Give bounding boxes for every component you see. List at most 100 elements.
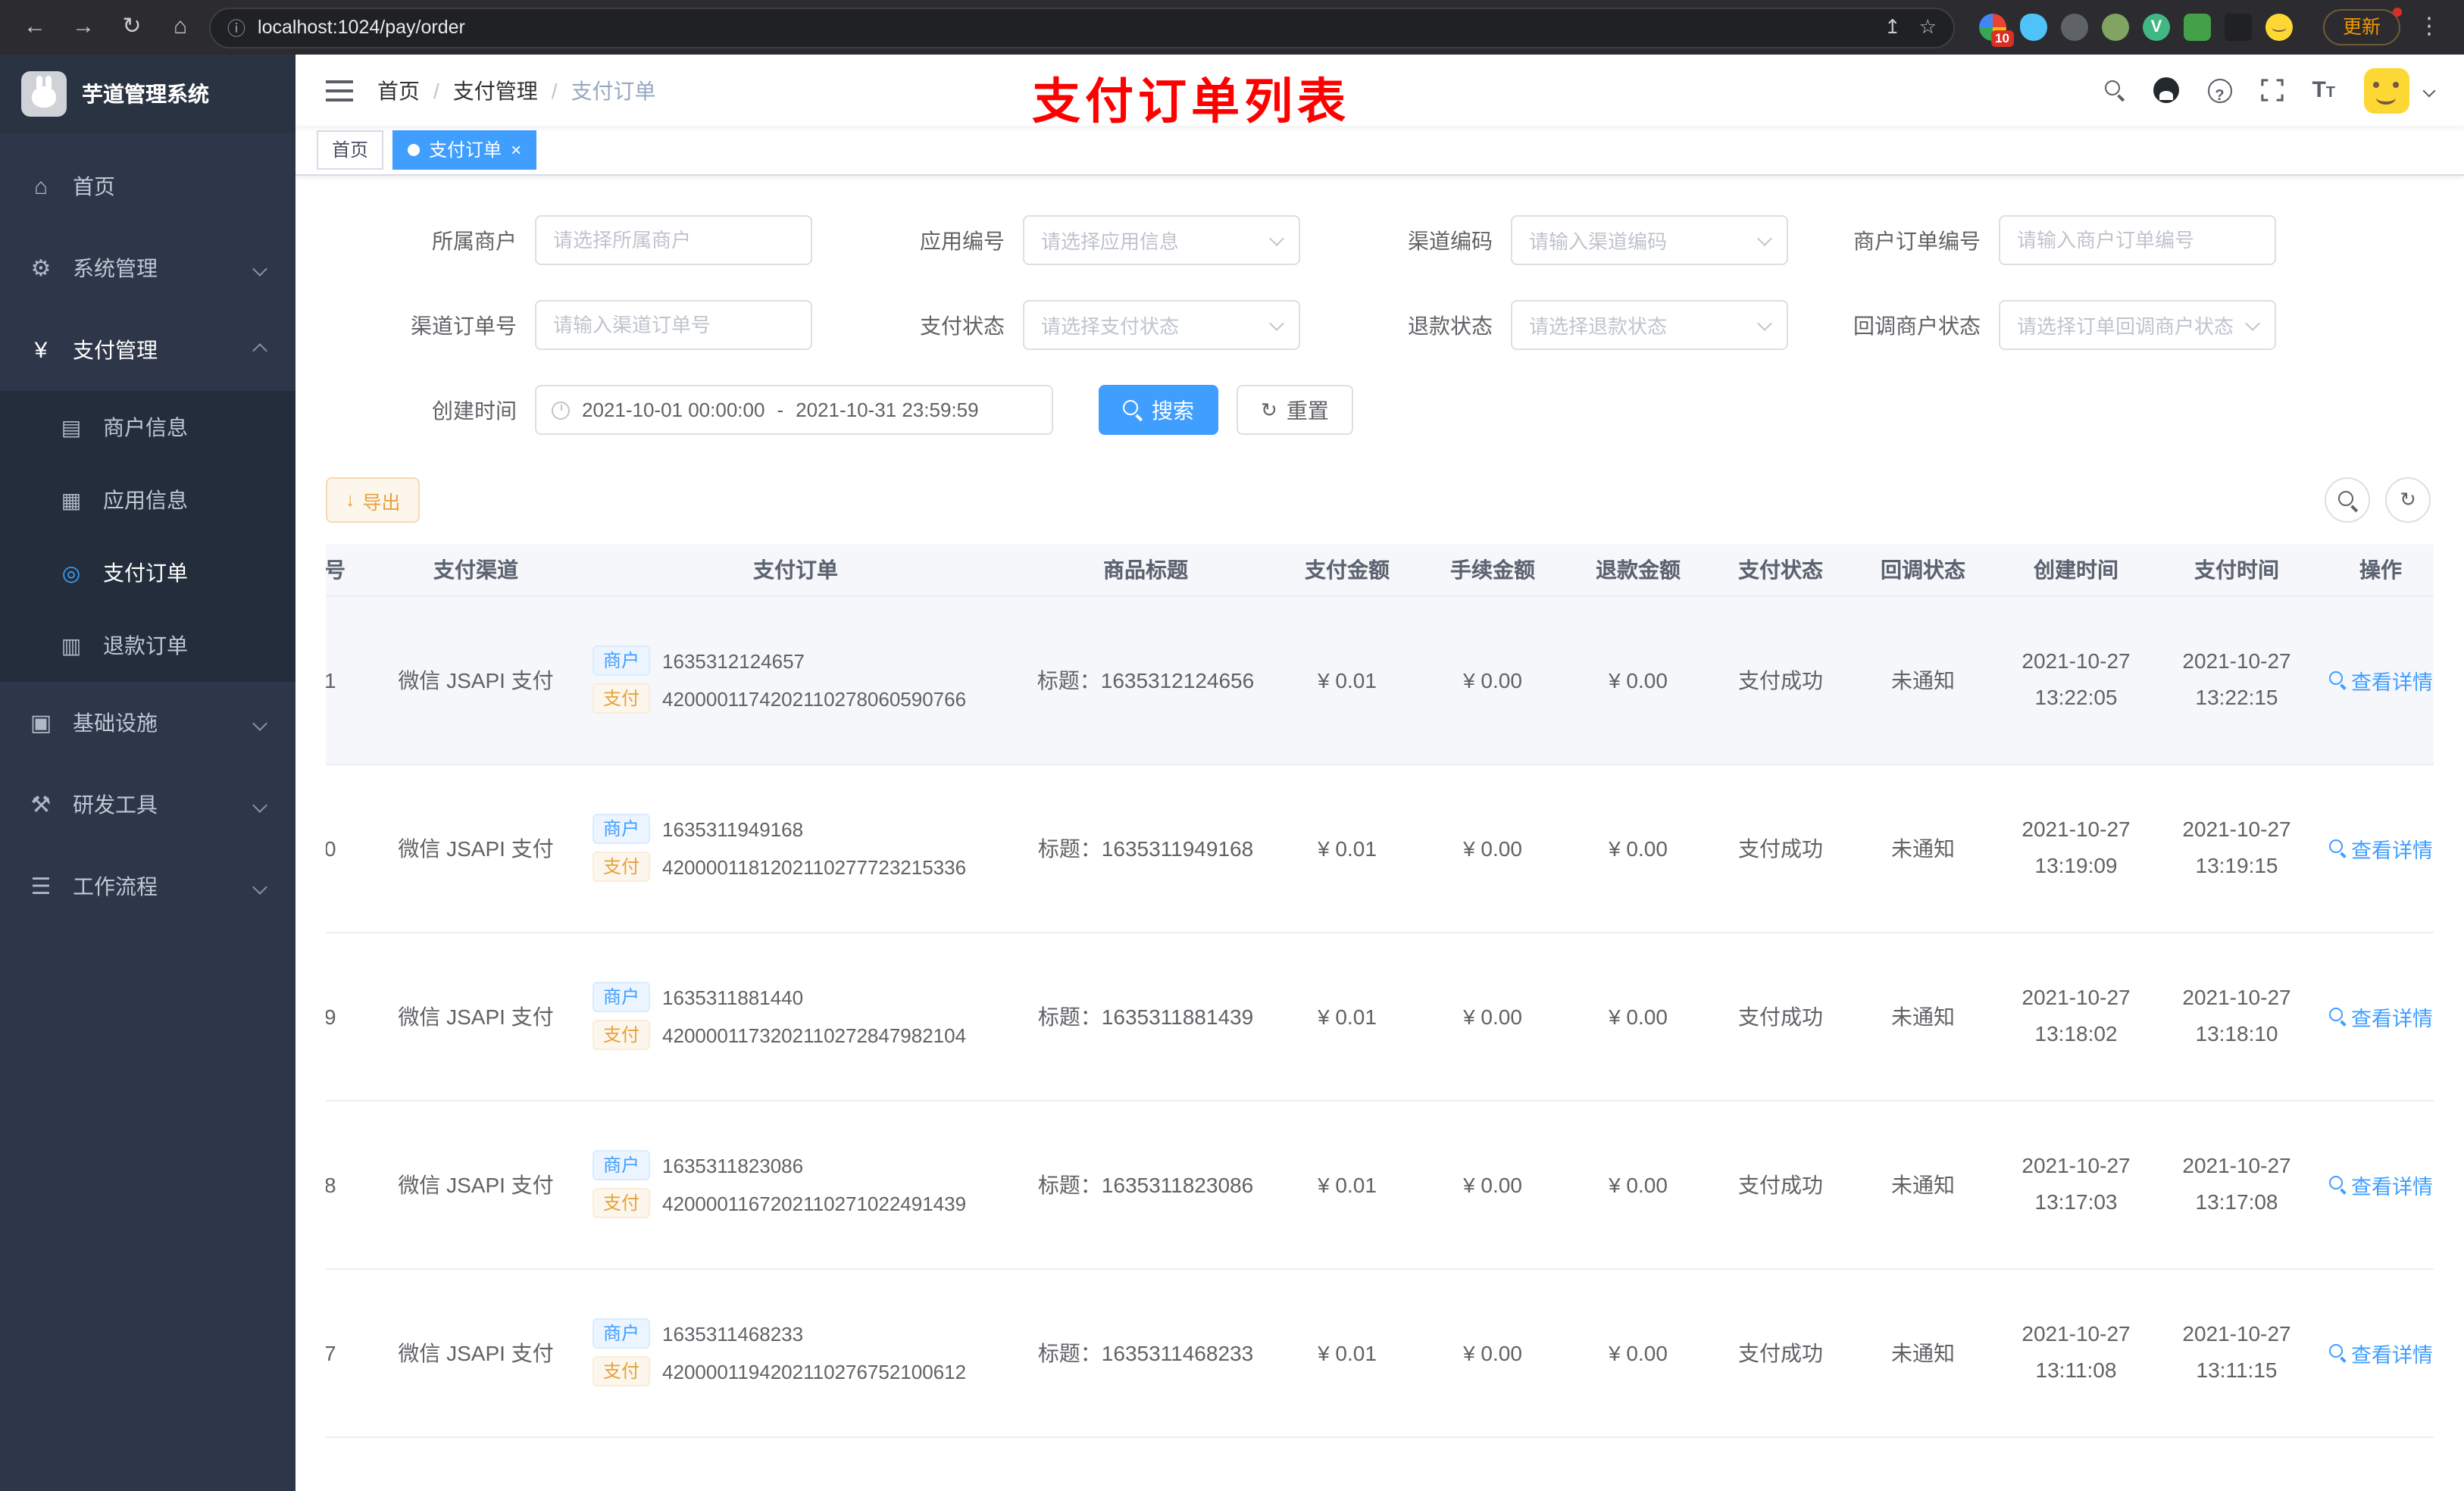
- annotation-title: 支付订单列表: [1032, 74, 1351, 129]
- github-icon[interactable]: [2153, 77, 2179, 103]
- sidebar-item-system[interactable]: ⚙ 系统管理: [0, 227, 295, 309]
- fee-amount: ¥ 0.00: [1463, 1004, 1522, 1028]
- merchant-tag: 商户: [593, 645, 651, 676]
- sidebar-item-home[interactable]: ⌂ 首页: [0, 145, 295, 227]
- active-dot-icon: [408, 144, 421, 156]
- url-bar[interactable]: ⓘ localhost:1024/pay/order ↥ ☆: [209, 7, 1955, 48]
- site-info-icon[interactable]: ⓘ: [227, 14, 245, 40]
- magnifier-icon: [2337, 490, 2357, 510]
- extension-drop-icon[interactable]: [2019, 14, 2047, 41]
- sidebar-item-workflow[interactable]: ☰ 工作流程: [0, 846, 295, 927]
- filter-label-create-time: 创建时间: [432, 398, 517, 422]
- tag-home[interactable]: 首页: [317, 130, 384, 170]
- magnifier-icon: [1123, 400, 1143, 420]
- app-select-placeholder: 请选择应用信息: [1041, 230, 1180, 253]
- create-time: 13:19:09: [2034, 852, 2118, 877]
- channel-order-no-input[interactable]: [535, 300, 812, 350]
- reload-icon[interactable]: ↻: [112, 8, 152, 47]
- export-button[interactable]: ↓ 导出: [326, 477, 421, 523]
- filter-label-merchant-order-no: 商户订单编号: [1853, 228, 1981, 252]
- filter-label-merchant: 所属商户: [432, 228, 517, 252]
- pay-channel: 微信 JSAPI 支付: [398, 1340, 554, 1364]
- font-size-icon[interactable]: [2312, 77, 2335, 104]
- magnifier-icon: [2328, 671, 2345, 688]
- extensions-cluster: 10: [1978, 14, 2293, 47]
- merchant-order-no: 1635311823086: [662, 1154, 804, 1177]
- breadcrumb-current: 支付订单: [571, 78, 656, 102]
- pay-tag: 支付: [593, 683, 651, 714]
- bookmark-star-icon[interactable]: ☆: [1919, 15, 1937, 39]
- view-detail-link[interactable]: 查看详情: [2328, 1337, 2433, 1368]
- browser-home-icon[interactable]: ⌂: [161, 8, 200, 47]
- create-time: 13:22:05: [2034, 684, 2118, 708]
- pay-date: 2021-10-27: [2182, 1321, 2291, 1346]
- browser-update-button[interactable]: 更新: [2322, 8, 2403, 45]
- refresh-icon: ↻: [2400, 488, 2416, 511]
- forward-icon[interactable]: →: [64, 8, 103, 47]
- share-icon[interactable]: ↥: [1884, 15, 1901, 39]
- browser-menu-icon[interactable]: ⋮: [2409, 8, 2449, 47]
- view-detail-link[interactable]: 查看详情: [2328, 1169, 2433, 1199]
- chevron-down-icon: [252, 879, 267, 894]
- merchant-order-no-input[interactable]: [1999, 215, 2276, 265]
- hamburger-icon[interactable]: [326, 80, 353, 101]
- chevron-up-icon: [252, 342, 267, 358]
- sidebar-item-pay[interactable]: ¥ 支付管理: [0, 309, 295, 391]
- extension-green-icon[interactable]: [2101, 14, 2129, 41]
- pay-channel: 微信 JSAPI 支付: [398, 1004, 554, 1028]
- search-button[interactable]: 搜索: [1099, 385, 1218, 435]
- extension-badge: 10: [1990, 30, 2014, 47]
- logo[interactable]: 芋道管理系统: [0, 55, 295, 133]
- reset-button[interactable]: ↻ 重置: [1237, 385, 1353, 435]
- fullscreen-icon[interactable]: [2260, 79, 2284, 102]
- callback-status-select[interactable]: 请选择订单回调商户状态: [1999, 300, 2276, 350]
- sidebar-item-refund-order[interactable]: ▥ 退款订单: [0, 609, 295, 682]
- sidebar-item-app-info[interactable]: ▦ 应用信息: [0, 464, 295, 536]
- browser-toolbar: ← → ↻ ⌂ ⓘ localhost:1024/pay/order ↥ ☆ 1…: [0, 0, 2464, 55]
- chevron-down-icon[interactable]: [2422, 83, 2436, 97]
- channel-order-no: 4200001173202110272847982104: [662, 1024, 967, 1046]
- order-id: 18: [326, 1172, 336, 1196]
- yen-icon: ¥: [34, 337, 48, 363]
- sidebar-item-devtools[interactable]: ⚒ 研发工具: [0, 764, 295, 846]
- extension-colordots-icon[interactable]: 10: [1978, 14, 2014, 47]
- pay-amount: ¥ 0.01: [1318, 667, 1377, 692]
- tag-pay-order[interactable]: 支付订单: [392, 130, 537, 170]
- notify-status: 未通知: [1891, 1004, 1955, 1028]
- sidebar-item-infra[interactable]: ▣ 基础设施: [0, 682, 295, 764]
- search-icon[interactable]: [2104, 80, 2124, 100]
- view-detail-link[interactable]: 查看详情: [2328, 1001, 2433, 1031]
- back-icon[interactable]: ←: [15, 8, 55, 47]
- sidebar-item-merchant-info[interactable]: ▤ 商户信息: [0, 391, 295, 464]
- extension-book-icon[interactable]: [2183, 14, 2211, 41]
- question-icon[interactable]: [2207, 78, 2232, 102]
- toggle-search-button[interactable]: [2325, 477, 2370, 523]
- merchant-tag: 商户: [593, 1318, 651, 1349]
- extension-globe-icon[interactable]: [2060, 14, 2088, 41]
- col-action: 操作: [2317, 544, 2434, 596]
- merchant-select[interactable]: [535, 215, 812, 265]
- view-detail-link[interactable]: 查看详情: [2328, 833, 2433, 863]
- refresh-table-button[interactable]: ↻: [2385, 477, 2431, 523]
- pay-status-select[interactable]: 请选择支付状态: [1023, 300, 1300, 350]
- user-avatar[interactable]: [2364, 67, 2409, 113]
- refund-status-select[interactable]: 请选择退款状态: [1511, 300, 1788, 350]
- create-time-range-picker[interactable]: 2021-10-01 00:00:00 - 2021-10-31 23:59:5…: [535, 385, 1053, 435]
- vue-devtools-icon[interactable]: [2142, 14, 2170, 41]
- view-detail-link[interactable]: 查看详情: [2328, 664, 2433, 695]
- channel-order-no: 4200001194202110276752100612: [662, 1360, 967, 1383]
- close-icon[interactable]: [511, 141, 521, 159]
- extension-pin-icon[interactable]: [2224, 14, 2252, 41]
- range-end: 2021-10-31 23:59:59: [796, 399, 979, 421]
- channel-code-select[interactable]: 请输入渠道编码: [1511, 215, 1788, 265]
- app-select[interactable]: 请选择应用信息: [1023, 215, 1300, 265]
- breadcrumb-home[interactable]: 首页: [377, 75, 420, 105]
- fee-amount: ¥ 0.00: [1463, 1172, 1522, 1196]
- extension-emoji-icon[interactable]: [2265, 14, 2293, 41]
- notify-status: 未通知: [1891, 667, 1955, 692]
- screen: ← → ↻ ⌂ ⓘ localhost:1024/pay/order ↥ ☆ 1…: [0, 0, 2464, 1491]
- pay-date: 2021-10-27: [2182, 1153, 2291, 1178]
- breadcrumb-pay[interactable]: 支付管理: [453, 75, 538, 105]
- dashboard-icon: ⌂: [33, 173, 48, 199]
- sidebar-item-pay-order[interactable]: ◎ 支付订单: [0, 536, 295, 609]
